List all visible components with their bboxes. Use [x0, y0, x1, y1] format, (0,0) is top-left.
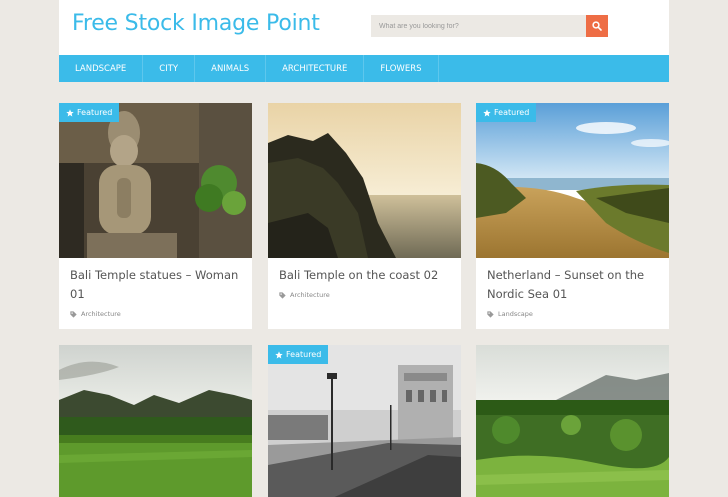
nav-item-architecture[interactable]: ARCHITECTURE	[266, 55, 365, 82]
post-thumbnail[interactable]	[268, 103, 461, 258]
featured-badge: Featured	[268, 345, 329, 364]
post-thumbnail[interactable]: Featured	[59, 103, 252, 258]
nav-item-animals[interactable]: ANIMALS	[195, 55, 267, 82]
star-icon	[66, 108, 74, 116]
post-category: Architecture	[279, 291, 330, 299]
post-thumbnail[interactable]: Featured	[268, 345, 461, 497]
main-nav: LANDSCAPE CITY ANIMALS ARCHITECTURE FLOW…	[59, 55, 669, 82]
tag-icon	[279, 291, 286, 299]
featured-badge-label: Featured	[77, 108, 113, 117]
featured-badge-label: Featured	[286, 350, 322, 359]
featured-badge: Featured	[59, 103, 120, 122]
nav-item-city[interactable]: CITY	[143, 55, 196, 82]
post-category: Landscape	[487, 310, 533, 318]
post-category-link[interactable]: Landscape	[498, 310, 533, 318]
post-thumbnail[interactable]: Featured	[476, 103, 669, 258]
post-category-link[interactable]: Architecture	[290, 291, 330, 299]
search-form	[371, 15, 608, 37]
post-card: Featured Netherland – Sunset on the Nord…	[476, 103, 669, 329]
post-card	[476, 345, 669, 497]
site-title[interactable]: Free Stock Image Point	[72, 11, 320, 36]
post-card: Featured	[268, 345, 461, 497]
post-thumbnail[interactable]	[59, 345, 252, 497]
post-category-link[interactable]: Architecture	[81, 310, 121, 318]
post-title[interactable]: Bali Temple on the coast 02	[279, 266, 454, 285]
nav-item-flowers[interactable]: FLOWERS	[364, 55, 439, 82]
star-icon	[275, 350, 283, 358]
post-title[interactable]: Netherland – Sunset on the Nordic Sea 01	[487, 266, 662, 304]
star-icon	[483, 108, 491, 116]
post-thumbnail[interactable]	[476, 345, 669, 497]
featured-badge-label: Featured	[494, 108, 530, 117]
post-title[interactable]: Bali Temple statues – Woman 01	[70, 266, 245, 304]
search-input[interactable]	[371, 15, 586, 37]
magnifier-icon	[592, 21, 602, 31]
featured-badge: Featured	[476, 103, 537, 122]
post-card: Featured Bali Temple statues – Woman 01 …	[59, 103, 252, 329]
nav-item-landscape[interactable]: LANDSCAPE	[59, 55, 144, 82]
tag-icon	[487, 310, 494, 318]
post-card: Bali Temple on the coast 02 Architecture	[268, 103, 461, 329]
tag-icon	[70, 310, 77, 318]
post-card	[59, 345, 252, 497]
site-header: Free Stock Image Point	[59, 0, 669, 55]
search-button[interactable]	[586, 15, 608, 37]
post-category: Architecture	[70, 310, 121, 318]
